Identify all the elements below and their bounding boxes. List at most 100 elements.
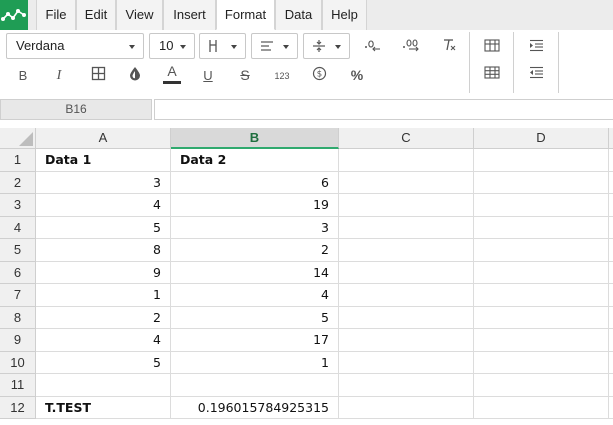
formula-input[interactable] — [154, 99, 613, 120]
borders-button[interactable] — [86, 63, 110, 85]
table-cell[interactable]: 4 — [171, 284, 339, 307]
row-header[interactable]: 7 — [0, 284, 36, 307]
menu-insert[interactable]: Insert — [163, 0, 216, 30]
increase-indent-button[interactable] — [524, 36, 548, 58]
table-cell[interactable] — [339, 149, 474, 172]
menu-data[interactable]: Data — [275, 0, 322, 30]
table-cell[interactable]: 4 — [36, 194, 171, 217]
table-cell[interactable] — [339, 351, 474, 374]
table-cell[interactable] — [609, 194, 613, 217]
menu-format[interactable]: Format — [216, 0, 275, 30]
select-all-corner[interactable] — [0, 128, 36, 149]
table-cell[interactable]: Data 2 — [171, 149, 339, 172]
row-header[interactable]: 8 — [0, 306, 36, 329]
horizontal-align-select[interactable] — [251, 33, 298, 59]
table-cell[interactable]: 6 — [171, 171, 339, 194]
row-header[interactable]: 4 — [0, 216, 36, 239]
table-cell[interactable]: 3 — [171, 216, 339, 239]
borders-select[interactable] — [199, 33, 246, 59]
table-cell[interactable] — [36, 374, 171, 397]
number-format-button[interactable]: 123 — [270, 65, 294, 87]
menu-file[interactable]: File — [36, 0, 76, 30]
grid-table-button[interactable] — [480, 63, 504, 85]
table-cell[interactable] — [474, 149, 609, 172]
table-cell[interactable]: 14 — [171, 261, 339, 284]
column-header-c[interactable]: C — [339, 128, 474, 149]
clear-formatting-button[interactable] — [437, 35, 461, 57]
table-cell[interactable]: 9 — [36, 261, 171, 284]
currency-format-button[interactable]: $ — [307, 63, 331, 85]
table-cell[interactable] — [474, 171, 609, 194]
fill-color-button[interactable] — [123, 63, 147, 85]
table-cell[interactable] — [609, 239, 613, 262]
table-cell[interactable]: 1 — [36, 284, 171, 307]
font-family-select[interactable]: Verdana — [6, 33, 144, 59]
table-cell[interactable] — [474, 306, 609, 329]
row-header[interactable]: 12 — [0, 396, 36, 419]
cell-reference-box[interactable]: B16 — [0, 99, 152, 120]
italic-button[interactable]: I — [47, 65, 71, 87]
table-cell[interactable] — [609, 217, 613, 239]
table-cell[interactable] — [339, 239, 474, 262]
row-header[interactable]: 5 — [0, 239, 36, 262]
table-cell[interactable] — [474, 329, 609, 352]
table-cell[interactable]: 5 — [36, 351, 171, 374]
table-cell[interactable]: 8 — [36, 239, 171, 262]
row-header[interactable]: 9 — [0, 329, 36, 352]
column-header-d[interactable]: D — [474, 128, 609, 149]
table-cell[interactable] — [339, 216, 474, 239]
table-cell[interactable] — [339, 396, 474, 419]
bold-button[interactable]: B — [11, 65, 35, 87]
row-header[interactable]: 6 — [0, 261, 36, 284]
menu-edit[interactable]: Edit — [76, 0, 116, 30]
menu-help[interactable]: Help — [322, 0, 367, 30]
row-header[interactable]: 1 — [0, 149, 36, 172]
column-header-b[interactable]: B — [171, 128, 339, 149]
increase-decimal-button[interactable] — [399, 35, 425, 57]
table-cell[interactable] — [474, 396, 609, 419]
table-cell[interactable] — [609, 397, 613, 419]
table-cell[interactable]: 17 — [171, 329, 339, 352]
percent-format-button[interactable]: % — [345, 64, 369, 86]
app-logo-icon[interactable] — [0, 0, 28, 30]
table-cell[interactable] — [339, 284, 474, 307]
table-cell[interactable]: 1 — [171, 351, 339, 374]
table-cell[interactable] — [339, 306, 474, 329]
table-cell[interactable]: 0.196015784925315 — [171, 396, 339, 419]
table-cell[interactable] — [474, 194, 609, 217]
text-color-button[interactable]: A — [160, 62, 184, 88]
table-cell[interactable]: 2 — [171, 239, 339, 262]
table-cell[interactable]: 2 — [36, 306, 171, 329]
row-header[interactable]: 3 — [0, 194, 36, 217]
table-cell[interactable]: 5 — [36, 216, 171, 239]
table-cell[interactable]: 3 — [36, 171, 171, 194]
table-cell[interactable] — [474, 239, 609, 262]
decrease-indent-button[interactable] — [524, 63, 548, 85]
table-cell[interactable] — [339, 194, 474, 217]
table-cell[interactable] — [339, 374, 474, 397]
vertical-align-select[interactable] — [303, 33, 350, 59]
table-cell[interactable] — [609, 352, 613, 374]
row-header[interactable]: 10 — [0, 351, 36, 374]
table-cell[interactable]: 5 — [171, 306, 339, 329]
column-header-next[interactable] — [609, 128, 613, 149]
menu-view[interactable]: View — [116, 0, 163, 30]
table-cell[interactable] — [474, 261, 609, 284]
underline-button[interactable]: U — [196, 65, 220, 87]
table-cell[interactable] — [609, 172, 613, 194]
table-cell[interactable]: T.TEST — [36, 396, 171, 419]
table-cell[interactable]: Data 1 — [36, 149, 171, 172]
table-cell[interactable] — [609, 374, 613, 397]
row-header[interactable]: 11 — [0, 374, 36, 397]
table-cell[interactable] — [609, 262, 613, 284]
table-cell[interactable] — [474, 351, 609, 374]
table-cell[interactable] — [609, 284, 613, 307]
table-cell[interactable] — [171, 374, 339, 397]
table-cell[interactable] — [474, 216, 609, 239]
font-size-select[interactable]: 10 — [149, 33, 195, 59]
table-cell[interactable] — [339, 171, 474, 194]
strikethrough-button[interactable]: S — [233, 64, 257, 86]
insert-table-button[interactable] — [480, 36, 504, 58]
row-header[interactable]: 2 — [0, 171, 36, 194]
table-cell[interactable] — [609, 307, 613, 329]
